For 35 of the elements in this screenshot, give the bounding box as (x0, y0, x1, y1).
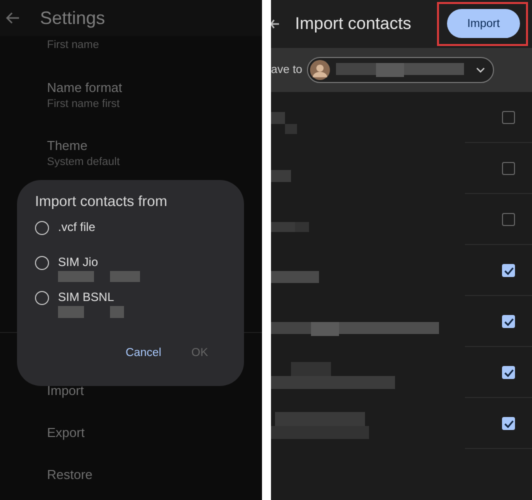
checkbox[interactable] (502, 264, 515, 277)
blurred-text (271, 222, 309, 232)
radio-button[interactable] (35, 291, 49, 305)
radio-button[interactable] (35, 256, 49, 270)
back-icon[interactable] (271, 18, 279, 30)
setting-title[interactable]: Import (47, 383, 84, 399)
checkbox[interactable] (502, 213, 515, 226)
radio-button[interactable] (35, 221, 49, 235)
setting-title[interactable]: Theme (47, 138, 88, 153)
blurred-text (271, 270, 319, 282)
import-button[interactable]: Import (447, 9, 520, 38)
checkbox[interactable] (502, 162, 515, 175)
dialog-button[interactable]: Cancel (124, 345, 164, 361)
setting-title[interactable]: Name format (47, 80, 122, 95)
option-label[interactable]: SIM Jio (58, 255, 140, 269)
setting-title[interactable]: Export (47, 425, 85, 441)
checkbox[interactable] (502, 111, 515, 124)
option-label[interactable]: .vcf file (58, 220, 96, 234)
setting-value: System default (47, 155, 121, 170)
blurred-text (271, 112, 297, 134)
dialog-title: Import contacts from (35, 194, 168, 210)
screen-title: Settings (40, 8, 106, 28)
avatar-icon (310, 59, 330, 81)
blurred-text (271, 170, 291, 182)
setting-value: First name first (47, 97, 121, 112)
account-dropdown[interactable] (307, 57, 494, 83)
screen-title: Import contacts (295, 14, 412, 34)
setting-value: First name (47, 38, 100, 53)
save-to-label: ave to (271, 64, 302, 76)
checkbox[interactable] (502, 417, 515, 430)
option-label[interactable]: SIM BSNL (58, 290, 124, 304)
checkbox[interactable] (502, 366, 515, 379)
checkbox[interactable] (502, 315, 515, 328)
chevron-down-icon (476, 67, 486, 73)
setting-title[interactable]: Restore (47, 467, 93, 483)
